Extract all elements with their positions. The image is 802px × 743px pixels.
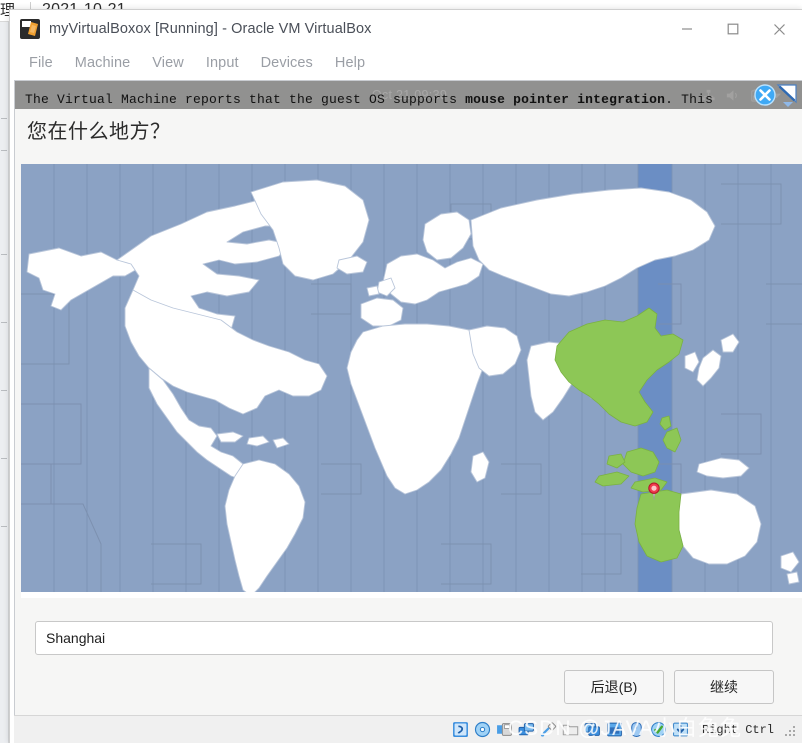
rail-mark (1, 322, 7, 323)
maximize-button[interactable] (710, 10, 756, 48)
status-floppy-disk-icon[interactable] (496, 721, 513, 738)
menu-devices[interactable]: Devices (250, 52, 324, 74)
virtualbox-window: myVirtualBoxox [Running] - Oracle VM Vir… (9, 9, 802, 743)
close-circle-icon[interactable] (754, 84, 776, 106)
rail-mark (1, 254, 7, 255)
status-shared-folder-icon[interactable] (562, 721, 579, 738)
status-optical-disk-icon[interactable] (474, 721, 491, 738)
menu-view[interactable]: View (141, 52, 195, 74)
status-usb-icon[interactable] (540, 721, 557, 738)
status-hard-disk-icon[interactable] (452, 721, 469, 738)
rail-mark (1, 526, 7, 527)
menu-file[interactable]: File (18, 52, 64, 74)
rail-mark (1, 118, 7, 119)
notification-text-emphasis: mouse pointer integration (465, 92, 666, 107)
window-controls (664, 10, 802, 48)
status-network-icon[interactable] (518, 721, 535, 738)
notification-text-before: The Virtual Machine reports that the gue… (25, 92, 466, 107)
window-titlebar: myVirtualBoxox [Running] - Oracle VM Vir… (10, 10, 802, 48)
installer-page: 您在什么地方？ Shanghai 后退(B) 继续 (15, 109, 802, 724)
status-keyboard-icon[interactable] (650, 721, 667, 738)
status-mouse-icon[interactable] (628, 721, 645, 738)
rail-mark (1, 150, 7, 151)
virtualbox-icon (20, 19, 40, 39)
window-title: myVirtualBoxox [Running] - Oracle VM Vir… (49, 21, 372, 37)
background-left-rail (0, 22, 9, 743)
host-key-label: Right Ctrl (701, 722, 774, 737)
location-input[interactable] (35, 621, 773, 655)
status-recording-icon[interactable] (606, 721, 623, 738)
menu-help[interactable]: Help (324, 52, 376, 74)
status-icon-group: Right Ctrl (452, 721, 797, 738)
vbox-statusbar: Right Ctrl (14, 715, 802, 743)
menu-input[interactable]: Input (195, 52, 250, 74)
location-pin-marker (647, 482, 661, 501)
close-button[interactable] (756, 10, 802, 48)
timezone-map[interactable] (21, 164, 802, 598)
rail-mark (1, 390, 7, 391)
vbox-notification-text: The Virtual Machine reports that the gue… (25, 92, 713, 107)
menu-machine[interactable]: Machine (64, 52, 142, 74)
status-display-icon[interactable] (584, 721, 601, 738)
expand-arrow-icon[interactable] (776, 83, 800, 107)
page-title: 您在什么地方？ (27, 121, 171, 143)
location-form: 后退(B) 继续 (15, 606, 802, 724)
notification-text-after: . This (665, 92, 714, 107)
guest-screen: Oct 21 09:39 (14, 80, 802, 725)
rail-mark (1, 458, 7, 459)
back-button[interactable]: 后退(B) (564, 670, 664, 704)
world-map-svg (21, 164, 802, 598)
menubar: File Machine View Input Devices Help (10, 48, 802, 78)
continue-button[interactable]: 继续 (674, 670, 774, 704)
resize-grip[interactable] (785, 724, 797, 736)
minimize-button[interactable] (664, 10, 710, 48)
status-update-icon[interactable] (672, 721, 689, 738)
installer-button-row: 后退(B) 继续 (564, 670, 774, 704)
